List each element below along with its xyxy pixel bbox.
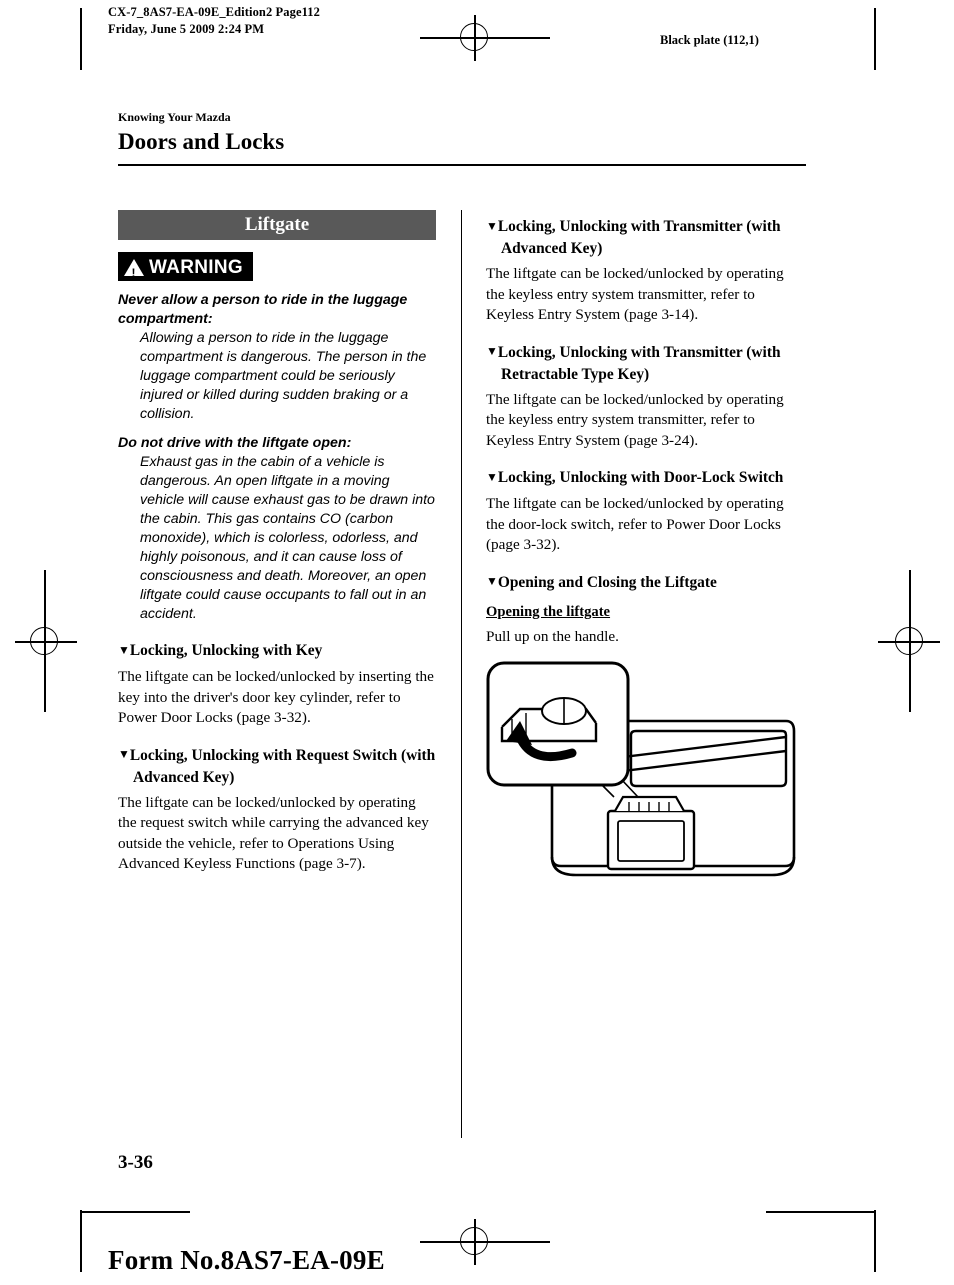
crop-line-top-right-vertical <box>874 8 876 70</box>
registration-mark-right <box>887 619 933 665</box>
section-banner-liftgate: Liftgate <box>118 210 436 240</box>
liftgate-illustration <box>486 661 798 911</box>
warning-2-body: Exhaust gas in the cabin of a vehicle is… <box>140 454 435 622</box>
form-number: Form No.8AS7-EA-09E <box>108 1245 385 1275</box>
column-divider <box>461 210 463 1138</box>
bullet-triangle-icon: ▼ <box>486 469 498 484</box>
warning-label: WARNING <box>149 256 243 278</box>
breadcrumb: Knowing Your Mazda <box>118 110 231 124</box>
registration-mark-bottom <box>452 1219 498 1265</box>
warning-badge: WARNING <box>118 252 253 285</box>
header-black-plate: Black plate (112,1) <box>660 33 759 47</box>
topic-body-transmitter-retractable-key: The liftgate can be locked/unlocked by o… <box>486 390 784 449</box>
topic-heading-locking-with-request-switch: ▼Locking, Unlocking with Request Switch … <box>118 745 436 788</box>
liftgate-illustration-svg <box>486 661 796 877</box>
topic-heading-locking-with-key-label: Locking, Unlocking with Key <box>129 642 323 659</box>
left-column: Liftgate WARNING Never allow a person to… <box>118 210 436 875</box>
topic-heading-opening-closing-liftgate-label: Opening and Closing the Liftgate <box>497 573 717 591</box>
topic-body-locking-with-key: The liftgate can be locked/unlocked by i… <box>118 668 434 726</box>
header-file-line1: CX-7_8AS7-EA-09E_Edition2 Page112 <box>108 5 320 19</box>
warning-1-body: Allowing a person to ride in the luggage… <box>140 330 427 422</box>
bullet-triangle-icon: ▼ <box>486 218 498 233</box>
header-file-line2: Friday, June 5 2009 2:24 PM <box>108 22 265 36</box>
topic-heading-transmitter-advanced-key: ▼Locking, Unlocking with Transmitter (wi… <box>486 216 804 259</box>
crop-line-bottom-left-horizontal <box>80 1211 190 1213</box>
crop-line-bottom-left-vertical <box>80 1210 82 1272</box>
topic-body-opening-the-liftgate: Pull up on the handle. <box>486 627 619 645</box>
bullet-triangle-icon: ▼ <box>118 747 130 761</box>
topic-heading-locking-with-request-switch-label: Locking, Unlocking with Request Switch (… <box>129 746 436 786</box>
header-file-info: CX-7_8AS7-EA-09E_Edition2 Page112 Friday… <box>108 4 320 38</box>
bullet-triangle-icon: ▼ <box>118 642 130 657</box>
subheading-opening-the-liftgate: Opening the liftgate <box>486 603 611 620</box>
title-divider <box>118 164 806 166</box>
registration-mark-top <box>452 15 498 61</box>
right-column: ▼Locking, Unlocking with Transmitter (wi… <box>486 210 804 911</box>
page-number: 3-36 <box>118 1152 153 1173</box>
bullet-triangle-icon: ▼ <box>486 574 498 588</box>
content-columns: Liftgate WARNING Never allow a person to… <box>118 210 806 1140</box>
warning-1-heading: Never allow a person to ride in the lugg… <box>118 292 408 327</box>
page-title-block: Knowing Your Mazda Doors and Locks <box>118 110 806 166</box>
topic-body-door-lock-switch: The liftgate can be locked/unlocked by o… <box>486 495 784 553</box>
warning-2-heading: Do not drive with the liftgate open: <box>118 435 352 451</box>
topic-heading-door-lock-switch-label: Locking, Unlocking with Door-Lock Switch <box>497 469 784 486</box>
crop-line-bottom-right-vertical <box>874 1210 876 1272</box>
topic-heading-transmitter-advanced-key-label: Locking, Unlocking with Transmitter (wit… <box>497 218 781 257</box>
bullet-triangle-icon: ▼ <box>486 344 498 358</box>
topic-heading-transmitter-retractable-key-label: Locking, Unlocking with Transmitter (wit… <box>497 343 781 383</box>
topic-heading-opening-closing-liftgate: ▼Opening and Closing the Liftgate <box>486 572 804 594</box>
page-title: Doors and Locks <box>118 129 285 154</box>
crop-line-top-left-vertical <box>80 8 82 70</box>
crop-line-bottom-right-horizontal <box>766 1211 876 1213</box>
topic-heading-locking-with-key: ▼Locking, Unlocking with Key <box>118 640 436 662</box>
topic-body-transmitter-advanced-key: The liftgate can be locked/unlocked by o… <box>486 265 784 323</box>
registration-mark-left <box>22 619 68 665</box>
topic-body-locking-with-request-switch: The liftgate can be locked/unlocked by o… <box>118 793 429 873</box>
topic-heading-door-lock-switch: ▼Locking, Unlocking with Door-Lock Switc… <box>486 467 804 489</box>
warning-triangle-icon <box>124 258 144 285</box>
topic-heading-transmitter-retractable-key: ▼Locking, Unlocking with Transmitter (wi… <box>486 342 804 385</box>
